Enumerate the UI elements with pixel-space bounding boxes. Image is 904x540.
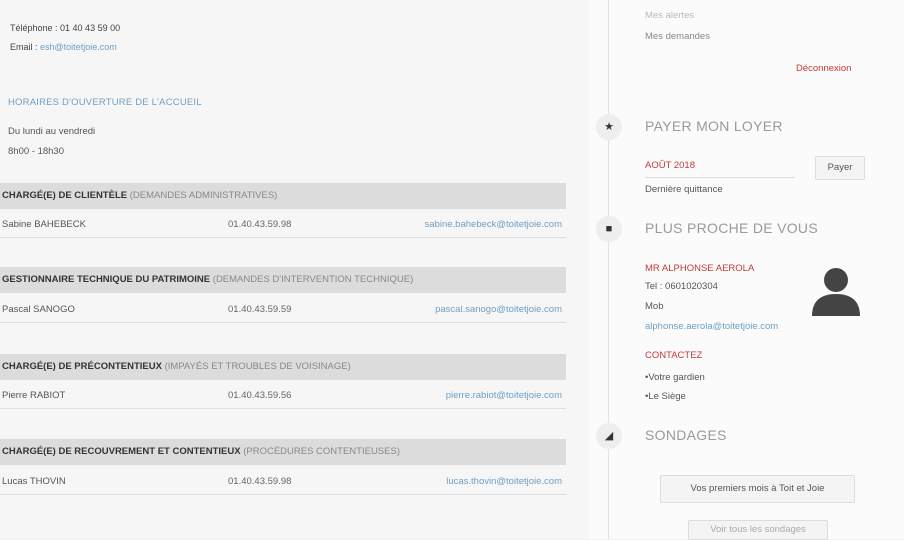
contact-row: Lucas THOVIN 01.40.43.59.98 lucas.thovin…: [0, 470, 566, 495]
megaphone-icon: ◢: [596, 423, 622, 449]
contact-name: Pascal SANOGO: [2, 304, 75, 315]
phone-line: Téléphone : 01 40 43 59 00: [10, 23, 120, 33]
left-column: Téléphone : 01 40 43 59 00 Email : esh@t…: [0, 0, 590, 539]
contact-person-email-link[interactable]: alphonse.aerola@toitetjoie.com: [645, 321, 778, 332]
rent-month: AOÛT 2018: [645, 160, 695, 171]
hours-title: HORAIRES D'OUVERTURE DE L'ACCUEIL: [8, 97, 202, 108]
contact-row: Sabine BAHEBECK 01.40.43.59.98 sabine.ba…: [0, 213, 566, 238]
section-subtitle: (IMPAYÉS ET TROUBLES DE VOISINAGE): [164, 361, 351, 372]
section-header: CHARGÉ(E) DE PRÉCONTENTIEUX (IMPAYÉS ET …: [0, 354, 566, 380]
menu-alerts-link[interactable]: Mes alertes: [645, 10, 694, 21]
section-header: CHARGÉ(E) DE CLIENTÈLE (DEMANDES ADMINIS…: [0, 183, 566, 209]
section-title: CHARGÉ(E) DE CLIENTÈLE: [2, 190, 128, 201]
section-title: CHARGÉ(E) DE PRÉCONTENTIEUX: [2, 361, 162, 372]
phone-text: Téléphone : 01 40 43 59 00: [10, 23, 121, 33]
section-title: CHARGÉ(E) DE RECOUVREMENT ET CONTENTIEUX: [2, 446, 241, 457]
email-label: Email :: [10, 42, 38, 52]
pay-rent-title: PAYER MON LOYER: [645, 118, 783, 134]
section-subtitle: (DEMANDES ADMINISTRATIVES): [129, 190, 278, 201]
contact-row: Pascal SANOGO 01.40.43.59.59 pascal.sano…: [0, 298, 566, 323]
nearby-title: PLUS PROCHE DE VOUS: [645, 220, 818, 236]
hours-days: Du lundi au vendredi: [8, 126, 96, 137]
section-title: GESTIONNAIRE TECHNIQUE DU PATRIMOINE: [2, 274, 211, 285]
contact-row: Pierre RABIOT 01.40.43.59.56 pierre.rabi…: [0, 384, 566, 409]
contact-person-name: MR ALPHONSE AEROLA: [645, 263, 755, 274]
contact-phone: 01.40.43.59.98: [228, 219, 292, 230]
section-subtitle: (DEMANDES D'INTERVENTION TECHNIQUE): [212, 274, 414, 285]
contact-email-link[interactable]: lucas.thovin@toitetjoie.com: [446, 470, 562, 494]
contact-person-tel: Tel : 0601020304: [645, 281, 718, 292]
section-subtitle: (PROCÉDURES CONTENTIEUSES): [243, 446, 400, 457]
contact-person-mobile: Mob: [645, 301, 664, 312]
last-receipt-link[interactable]: Dernière quittance: [645, 184, 723, 195]
contact-email-link[interactable]: sabine.bahebeck@toitetjoie.com: [425, 213, 562, 237]
email-line: Email : esh@toitetjoie.com: [10, 42, 117, 52]
section-header: CHARGÉ(E) DE RECOUVREMENT ET CONTENTIEUX…: [0, 439, 566, 465]
hours-time: 8h00 - 18h30: [8, 146, 64, 157]
contact-email-link[interactable]: pascal.sanogo@toitetjoie.com: [435, 298, 562, 322]
email-link[interactable]: esh@toitetjoie.com: [40, 42, 117, 52]
contact-guardian-link[interactable]: •Votre gardien: [645, 372, 705, 383]
timeline-line: [608, 0, 609, 539]
contact-phone: 01.40.43.59.98: [228, 476, 292, 487]
contact-email-link[interactable]: pierre.rabiot@toitetjoie.com: [446, 384, 562, 408]
menu-requests-link[interactable]: Mes demandes: [645, 31, 710, 42]
divider: [645, 177, 795, 178]
surveys-title: SONDAGES: [645, 427, 727, 443]
all-surveys-button[interactable]: Voir tous les sondages: [688, 520, 828, 540]
chat-icon: ■: [596, 216, 622, 242]
page: Téléphone : 01 40 43 59 00 Email : esh@t…: [0, 0, 904, 540]
logout-link[interactable]: Déconnexion: [796, 63, 851, 74]
survey-button[interactable]: Vos premiers mois à Toit et Joie: [660, 475, 855, 503]
contact-phone: 01.40.43.59.56: [228, 390, 292, 401]
avatar-icon: [812, 268, 860, 316]
pay-button[interactable]: Payer: [815, 156, 865, 180]
contact-name: Sabine BAHEBECK: [2, 219, 86, 230]
contact-phone: 01.40.43.59.59: [228, 304, 292, 315]
contact-title: CONTACTEZ: [645, 350, 703, 361]
contact-headquarters-link[interactable]: •Le Siège: [645, 391, 686, 402]
contact-name: Lucas THOVIN: [2, 476, 66, 487]
star-icon: ★: [596, 114, 622, 140]
section-header: GESTIONNAIRE TECHNIQUE DU PATRIMOINE (DE…: [0, 267, 566, 293]
contact-name: Pierre RABIOT: [2, 390, 66, 401]
